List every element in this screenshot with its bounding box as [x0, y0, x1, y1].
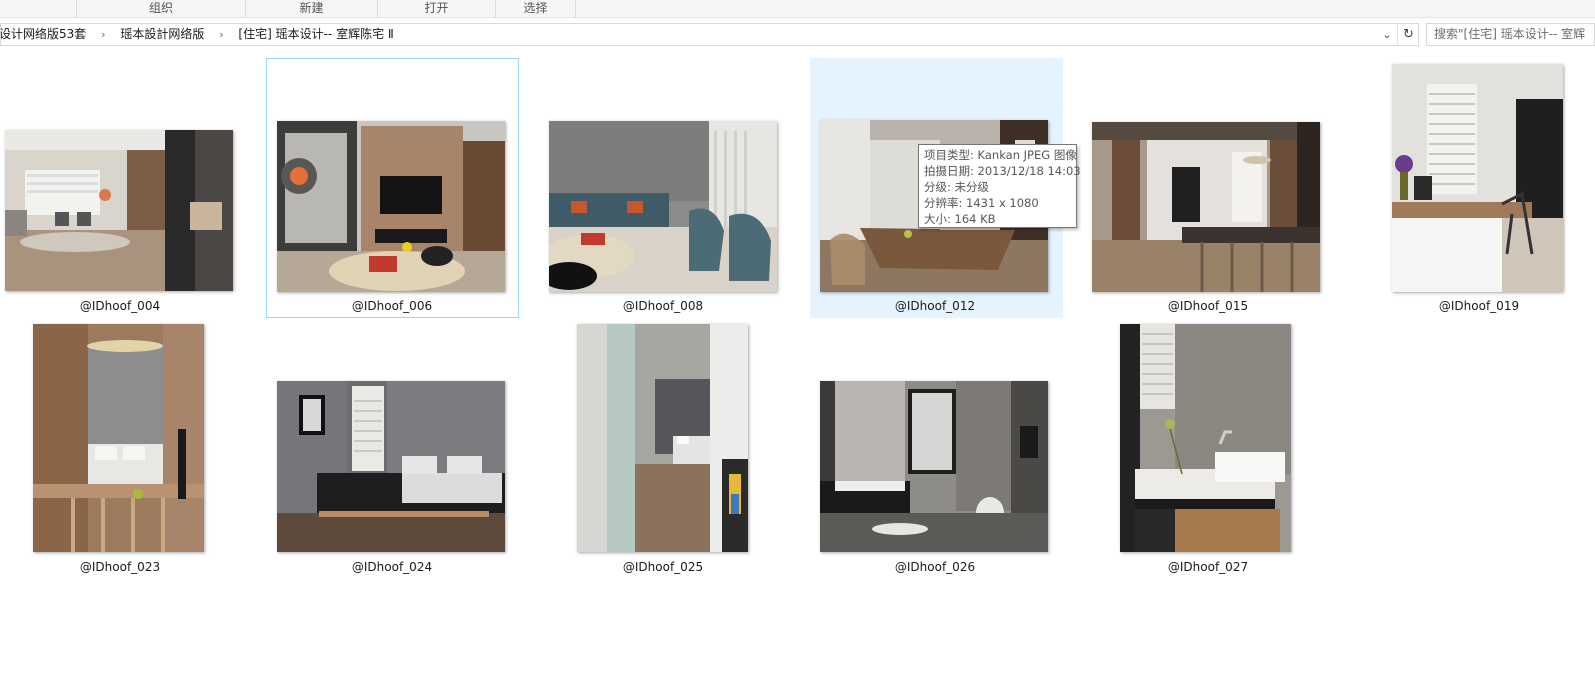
file-name[interactable]: @IDhoof_026: [815, 560, 1055, 574]
thumbnail-image[interactable]: [33, 324, 204, 552]
address-bar[interactable]: 设计网络版53套 › 瑶本設計网络版 › [住宅] 瑶本设计-- 室辉陈宅 Ⅱ …: [0, 23, 1419, 46]
file-name[interactable]: @IDhoof_006: [272, 299, 512, 313]
ribbon-group-organize: 组织: [76, 0, 246, 18]
thumbnail-image[interactable]: [549, 121, 777, 292]
file-name[interactable]: @IDhoof_024: [272, 560, 512, 574]
search-placeholder: 搜索"[住宅] 瑶本设计-- 室辉: [1434, 27, 1586, 41]
file-name[interactable]: @IDhoof_004: [0, 299, 240, 313]
tooltip-dimensions: 分辨率: 1431 x 1080: [924, 196, 1039, 210]
ribbon-group-select: 选择: [496, 0, 576, 18]
breadcrumb-separator-icon[interactable]: ›: [210, 24, 232, 45]
breadcrumb-item-current[interactable]: [住宅] 瑶本设计-- 室辉陈宅 Ⅱ: [236, 24, 395, 45]
search-input[interactable]: 搜索"[住宅] 瑶本设计-- 室辉: [1426, 23, 1595, 46]
file-name[interactable]: @IDhoof_015: [1088, 299, 1328, 313]
file-name[interactable]: @IDhoof_019: [1359, 299, 1595, 313]
breadcrumb: 设计网络版53套 › 瑶本設計网络版 › [住宅] 瑶本设计-- 室辉陈宅 Ⅱ: [1, 24, 1371, 45]
tooltip-type: 项目类型: Kankan JPEG 图像: [924, 148, 1077, 162]
thumbnail-image[interactable]: [577, 324, 748, 552]
thumbnail-image[interactable]: [277, 381, 505, 552]
ribbon-group-new: 新建: [246, 0, 378, 18]
file-name[interactable]: @IDhoof_012: [815, 299, 1055, 313]
breadcrumb-item[interactable]: 瑶本設計网络版: [118, 24, 206, 45]
breadcrumb-item[interactable]: 设计网络版53套: [1, 24, 88, 45]
thumbnail-image[interactable]: [1092, 122, 1320, 292]
thumbnail-image[interactable]: [277, 121, 505, 292]
ribbon-group-labels: 组织 新建 打开 选择: [0, 0, 1595, 18]
chevron-down-icon[interactable]: ⌄: [1380, 24, 1394, 45]
tooltip-size: 大小: 164 KB: [924, 212, 996, 226]
tooltip-date: 拍摄日期: 2013/12/18 14:03: [924, 164, 1081, 178]
refresh-icon[interactable]: ↻: [1397, 24, 1419, 45]
file-name[interactable]: @IDhoof_025: [543, 560, 783, 574]
thumbnail-image[interactable]: [1120, 324, 1291, 552]
file-name[interactable]: @IDhoof_008: [543, 299, 783, 313]
breadcrumb-separator-icon[interactable]: ›: [92, 24, 114, 45]
thumbnail-image[interactable]: [820, 381, 1048, 552]
file-info-tooltip: 项目类型: Kankan JPEG 图像 拍摄日期: 2013/12/18 14…: [918, 144, 1081, 228]
thumbnail-image[interactable]: [1392, 64, 1563, 292]
thumbnail-image[interactable]: [5, 130, 233, 291]
file-name[interactable]: @IDhoof_023: [0, 560, 240, 574]
ribbon-group-open: 打开: [378, 0, 496, 18]
tooltip-rating: 分级: 未分级: [924, 180, 990, 194]
file-name[interactable]: @IDhoof_027: [1088, 560, 1328, 574]
